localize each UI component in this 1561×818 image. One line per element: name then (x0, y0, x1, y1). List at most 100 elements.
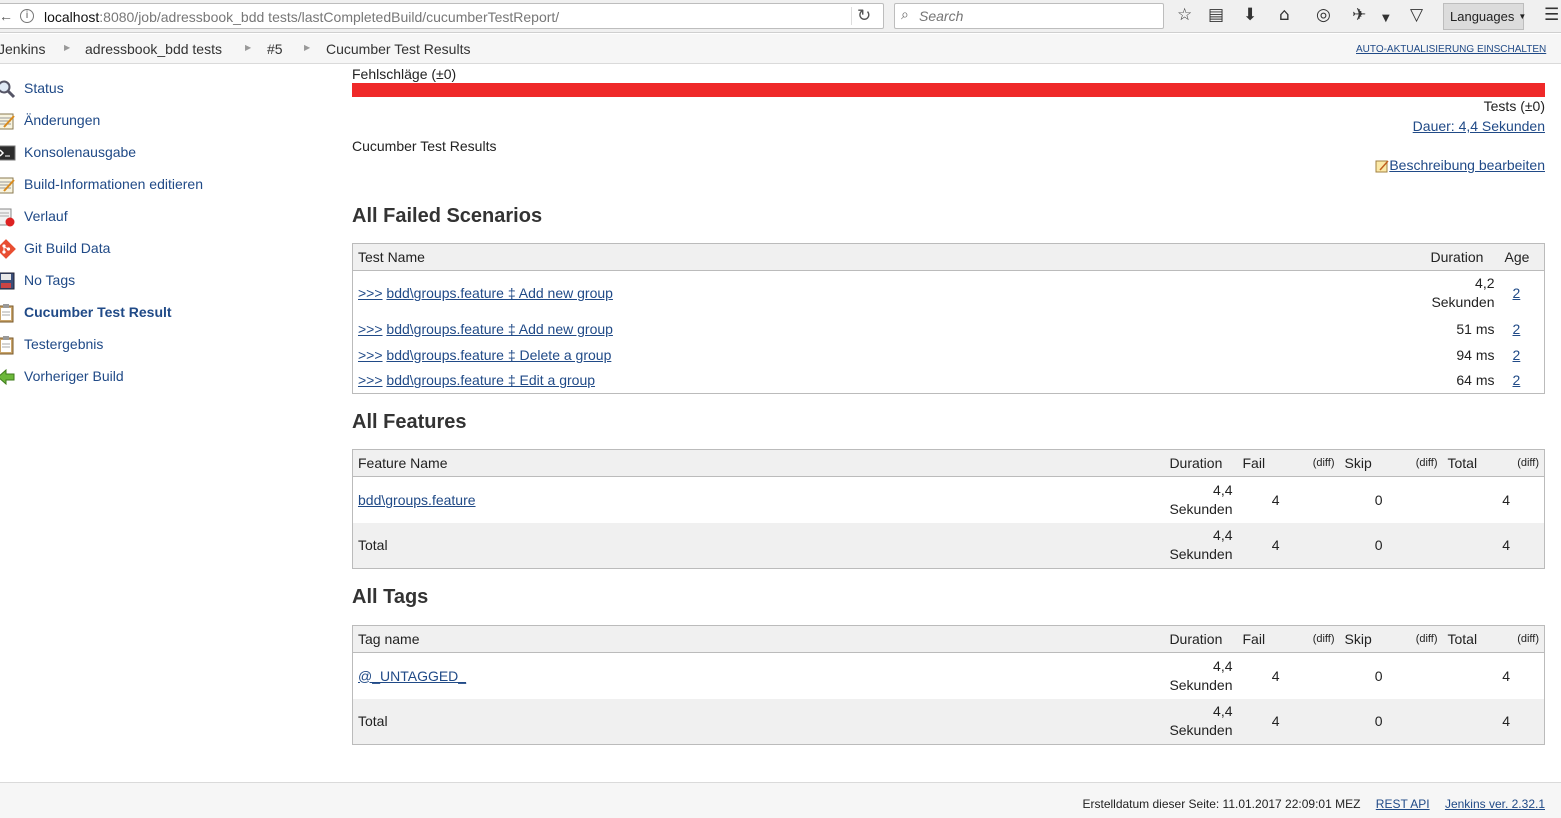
green-arrow-left-icon (0, 368, 15, 386)
search-bar[interactable]: ⌕ (894, 3, 1164, 29)
column-header-total[interactable]: Total (1442, 625, 1483, 653)
chevron-down-icon[interactable]: ▼ (1382, 9, 1390, 29)
url-text[interactable]: localhost:8080/job/adressbook_bdd tests/… (44, 9, 559, 25)
sidebar-item-label[interactable]: Vorheriger Build (24, 368, 124, 384)
column-header-test-name[interactable]: Test Name (352, 243, 1426, 271)
expand-link[interactable]: >>> (358, 347, 383, 363)
feature-link[interactable]: bdd\groups.feature (358, 492, 476, 508)
address-bar[interactable]: ← i localhost:8080/job/adressbook_bdd te… (0, 3, 884, 29)
home-icon[interactable]: ⌂ (1279, 5, 1290, 25)
sidebar-item-label[interactable]: Status (24, 80, 64, 96)
column-header-total-diff[interactable]: (diff) (1482, 625, 1545, 653)
expand-link[interactable]: >>> (358, 321, 383, 337)
age-link[interactable]: 2 (1513, 347, 1521, 363)
fail-count-label: Fehlschläge (±0) (352, 66, 457, 82)
duration-value: 4,2 (1475, 275, 1495, 292)
edit-description-link[interactable]: Beschreibung bearbeiten (1389, 157, 1545, 173)
sidebar-item-label[interactable]: Build-Informationen editieren (24, 176, 203, 192)
column-header-tag-name[interactable]: Tag name (352, 625, 1165, 653)
auto-refresh-link[interactable]: AUTO-AKTUALISIERUNG EINSCHALTEN (1356, 44, 1546, 55)
age-link[interactable]: 2 (1513, 285, 1521, 301)
jenkins-version-link[interactable]: Jenkins ver. 2.32.1 (1445, 797, 1545, 811)
column-header-feature-name[interactable]: Feature Name (352, 449, 1165, 477)
sidebar-item-console[interactable]: Konsolenausgabe (0, 140, 330, 166)
total-label: Total (352, 698, 1165, 745)
column-header-fail-diff[interactable]: (diff) (1275, 625, 1340, 653)
total-cell: 4 (1442, 698, 1545, 745)
column-header-total[interactable]: Total (1442, 449, 1483, 477)
breadcrumb-build[interactable]: #5 (267, 41, 283, 57)
column-header-skip[interactable]: Skip (1339, 625, 1380, 653)
table-row: >>> bdd\groups.feature ‡ Edit a group 64… (353, 368, 1545, 394)
sidebar-item-status[interactable]: Status (0, 76, 330, 102)
sidebar-item-git-build-data[interactable]: Git Build Data (0, 236, 330, 262)
age-link[interactable]: 2 (1513, 372, 1521, 388)
column-header-skip-diff[interactable]: (diff) (1379, 449, 1443, 477)
fail-cell: 4 (1237, 698, 1340, 745)
extension-icon[interactable]: ✈ (1352, 5, 1366, 25)
bookmark-star-icon[interactable]: ☆ (1177, 5, 1192, 25)
column-header-duration[interactable]: Duration (1164, 449, 1238, 477)
column-header-age[interactable]: Age (1499, 243, 1545, 271)
breadcrumb-current[interactable]: Cucumber Test Results (326, 41, 470, 57)
sidebar-item-label[interactable]: No Tags (24, 272, 75, 288)
sidebar-item-label[interactable]: Änderungen (24, 112, 100, 128)
sidebar-item-label[interactable]: Konsolenausgabe (24, 144, 136, 160)
sidebar-item-label[interactable]: Verlauf (24, 208, 68, 224)
test-name-link[interactable]: bdd\groups.feature ‡ Add new group (386, 285, 613, 301)
footer-content: Erstelldatum dieser Seite: 11.01.2017 22… (1082, 797, 1545, 811)
duration-link[interactable]: Dauer: 4,4 Sekunden (1413, 118, 1545, 134)
globe-icon[interactable]: ◎ (1316, 5, 1331, 25)
reading-list-icon[interactable]: ▤ (1208, 5, 1224, 25)
table-row: >>> bdd\groups.feature ‡ Delete a group … (353, 342, 1545, 368)
sidebar-item-edit-build-info[interactable]: Build-Informationen editieren (0, 172, 330, 198)
test-name-link[interactable]: bdd\groups.feature ‡ Add new group (386, 321, 613, 337)
column-header-skip-diff[interactable]: (diff) (1379, 625, 1443, 653)
fail-cell: 4 (1271, 667, 1280, 684)
column-header-duration[interactable]: Duration (1164, 625, 1238, 653)
column-header-fail[interactable]: Fail (1237, 625, 1276, 653)
age-cell: 2 (1500, 342, 1545, 368)
pocket-icon[interactable]: ▽ (1410, 5, 1423, 25)
table-total-row: Total 4,4 Sekunden 4 0 4 (352, 698, 1545, 745)
expand-link[interactable]: >>> (358, 372, 383, 388)
column-header-duration[interactable]: Duration (1425, 243, 1500, 271)
rest-api-link[interactable]: REST API (1376, 797, 1430, 811)
test-name-link[interactable]: bdd\groups.feature ‡ Edit a group (386, 372, 595, 388)
fail-cell: 4 (1237, 522, 1340, 569)
delete-document-icon (0, 208, 15, 227)
expand-link[interactable]: >>> (358, 285, 383, 301)
sidebar-item-label[interactable]: Cucumber Test Result (24, 304, 172, 320)
sidebar-item-previous-build[interactable]: Vorheriger Build (0, 364, 330, 390)
duration-unit: Sekunden (1169, 676, 1233, 693)
fail-cell: 4 (1271, 491, 1280, 508)
sidebar-item-label[interactable]: Git Build Data (24, 240, 110, 256)
total-cell: 4 (1442, 522, 1545, 569)
column-header-skip[interactable]: Skip (1339, 449, 1380, 477)
tag-link[interactable]: @_UNTAGGED_ (358, 668, 466, 684)
breadcrumb-jenkins[interactable]: Jenkins (0, 41, 45, 57)
column-header-fail[interactable]: Fail (1237, 449, 1276, 477)
search-input[interactable] (919, 7, 1149, 25)
duration-cell: 94 ms (1456, 346, 1495, 363)
column-header-fail-diff[interactable]: (diff) (1275, 449, 1340, 477)
sidebar-item-changes[interactable]: Änderungen (0, 108, 330, 134)
test-name-cell: >>> bdd\groups.feature ‡ Edit a group (353, 368, 1426, 394)
info-icon[interactable]: i (20, 9, 34, 23)
sidebar-item-label[interactable]: Testergebnis (24, 336, 103, 352)
download-icon[interactable]: ⬇ (1243, 5, 1257, 25)
languages-button[interactable]: Languages ▼ (1443, 3, 1526, 30)
sidebar-item-history[interactable]: Verlauf (0, 204, 330, 230)
search-icon (0, 80, 16, 99)
column-header-total-diff[interactable]: (diff) (1482, 449, 1545, 477)
sidebar-item-test-results[interactable]: Testergebnis (0, 332, 330, 358)
sidebar-item-no-tags[interactable]: No Tags (0, 268, 330, 294)
sidebar-item-cucumber-test-result[interactable]: Cucumber Test Result (0, 300, 330, 326)
reload-icon[interactable]: ↻ (857, 6, 871, 26)
back-arrow-icon[interactable]: ← (0, 8, 13, 24)
notepad-icon (0, 113, 15, 130)
breadcrumb-job[interactable]: adressbook_bdd tests (85, 41, 222, 57)
age-link[interactable]: 2 (1513, 321, 1521, 337)
test-name-link[interactable]: bdd\groups.feature ‡ Delete a group (386, 347, 611, 363)
menu-icon[interactable]: ☰ (1544, 5, 1559, 25)
